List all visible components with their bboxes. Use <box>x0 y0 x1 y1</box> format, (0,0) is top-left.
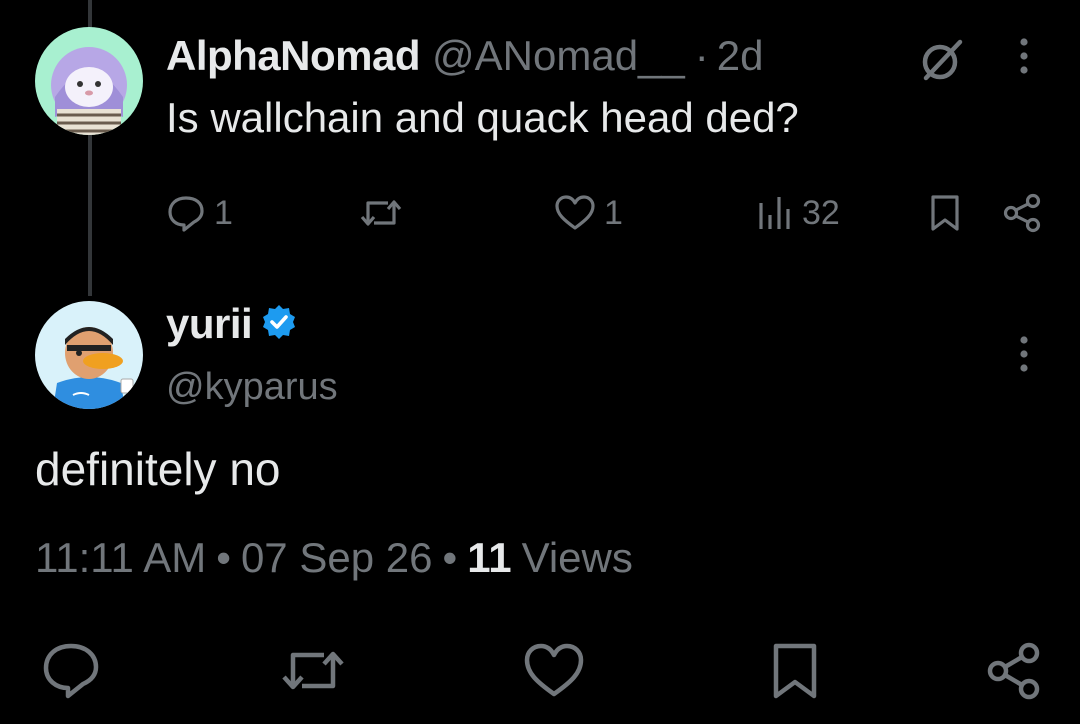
parent-post-header: AlphaNomad @ANomad__ · 2d <box>166 32 764 82</box>
share-icon <box>1003 193 1041 233</box>
bookmark-icon <box>773 643 817 699</box>
reply-time[interactable]: 11:11 AM <box>35 534 206 582</box>
parent-like-count: 1 <box>604 193 623 232</box>
repost-icon <box>360 200 402 226</box>
parent-post-time[interactable]: 2d <box>717 32 764 80</box>
meta-separator: • <box>216 534 231 581</box>
reply-more-vertical-icon[interactable] <box>1012 334 1036 379</box>
heart-icon <box>555 195 595 230</box>
analytics-icon <box>759 197 790 229</box>
reply-author-row: yurii <box>166 300 298 348</box>
parent-repost-button[interactable] <box>358 190 412 236</box>
reply-author-handle[interactable]: @kyparus <box>166 366 338 409</box>
parent-reply-button[interactable]: 1 <box>166 190 233 236</box>
parent-bookmark-button[interactable] <box>928 190 962 236</box>
reply-author-avatar[interactable] <box>35 301 143 409</box>
reply-repost-button[interactable] <box>278 640 348 707</box>
reply-reply-button[interactable] <box>40 640 102 707</box>
hooded-character-avatar-icon <box>35 27 143 135</box>
repost-icon <box>282 651 344 690</box>
share-icon <box>987 642 1040 700</box>
reply-post-text: definitely no <box>35 443 281 495</box>
reply-date[interactable]: 07 Sep 26 <box>241 534 433 582</box>
grok-icon[interactable] <box>918 36 966 89</box>
reply-like-button[interactable] <box>522 640 586 707</box>
parent-author-avatar[interactable] <box>35 27 143 135</box>
parent-views-button[interactable]: 32 <box>756 190 840 236</box>
heart-icon <box>524 643 584 697</box>
parent-action-bar: 1 1 32 <box>0 190 1080 236</box>
reply-meta-row: 11:11 AM • 07 Sep 26 • 11 Views <box>35 534 633 582</box>
parent-share-button[interactable] <box>1002 190 1042 236</box>
reply-views-count[interactable]: 11 <box>467 534 511 582</box>
meta-separator: • <box>442 534 458 581</box>
duck-bill-character-avatar-icon <box>35 301 143 409</box>
parent-like-button[interactable]: 1 <box>554 190 623 236</box>
verified-badge-icon[interactable] <box>260 303 298 346</box>
parent-post-text: Is wallchain and quack head ded? <box>166 94 799 141</box>
bookmark-icon <box>931 195 959 231</box>
parent-author-name[interactable]: AlphaNomad <box>166 32 421 80</box>
header-separator: · <box>694 32 709 79</box>
comment-icon <box>43 643 99 699</box>
reply-bookmark-button[interactable] <box>768 640 822 707</box>
reply-views-label[interactable]: Views <box>522 534 633 582</box>
reply-action-bar <box>0 640 1080 702</box>
parent-views-count: 32 <box>802 193 840 232</box>
parent-more-vertical-icon[interactable] <box>1012 36 1036 81</box>
reply-share-button[interactable] <box>984 640 1044 707</box>
comment-icon <box>168 196 204 232</box>
reply-author-name[interactable]: yurii <box>166 300 253 348</box>
parent-author-handle[interactable]: @ANomad__ <box>432 32 685 80</box>
parent-reply-count: 1 <box>214 193 233 232</box>
